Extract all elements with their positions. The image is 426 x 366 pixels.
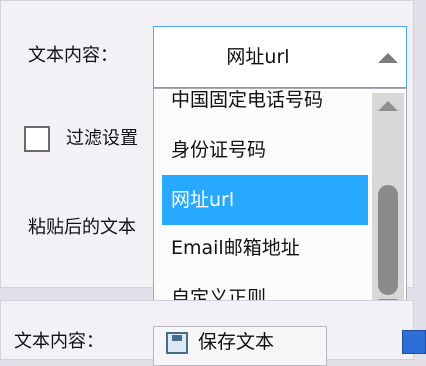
text-content-label: 文本内容： bbox=[28, 45, 118, 66]
partial-tool-icon[interactable] bbox=[402, 330, 426, 354]
option-url[interactable]: 网址url bbox=[162, 175, 368, 225]
option-id-number[interactable]: 身份证号码 bbox=[162, 125, 368, 175]
save-text-button[interactable]: 保存文本 bbox=[153, 326, 327, 366]
option-email[interactable]: Email邮箱地址 bbox=[162, 223, 368, 273]
combobox-selected-value: 网址url bbox=[226, 46, 290, 68]
filter-checkbox[interactable] bbox=[24, 126, 50, 152]
options-dropdown-list[interactable]: 中国固定电话号码 身份证号码 网址url Email邮箱地址 自定义正则 bbox=[153, 88, 407, 322]
filter-settings-label: 过滤设置 bbox=[66, 128, 138, 149]
floppy-disk-icon bbox=[166, 332, 188, 354]
dropdown-scrollbar[interactable] bbox=[372, 93, 404, 317]
option-landline[interactable]: 中国固定电话号码 bbox=[162, 89, 368, 125]
chevron-up-icon[interactable] bbox=[378, 53, 398, 63]
save-text-button-label: 保存文本 bbox=[198, 331, 275, 353]
pasted-text-label: 粘贴后的文本 bbox=[28, 217, 136, 238]
text-content-combobox[interactable]: 网址url bbox=[153, 26, 407, 88]
scroll-up-arrow-icon[interactable] bbox=[378, 101, 398, 111]
bottom-text-content-label: 文本内容： bbox=[14, 331, 104, 352]
scrollbar-thumb[interactable] bbox=[378, 185, 398, 295]
